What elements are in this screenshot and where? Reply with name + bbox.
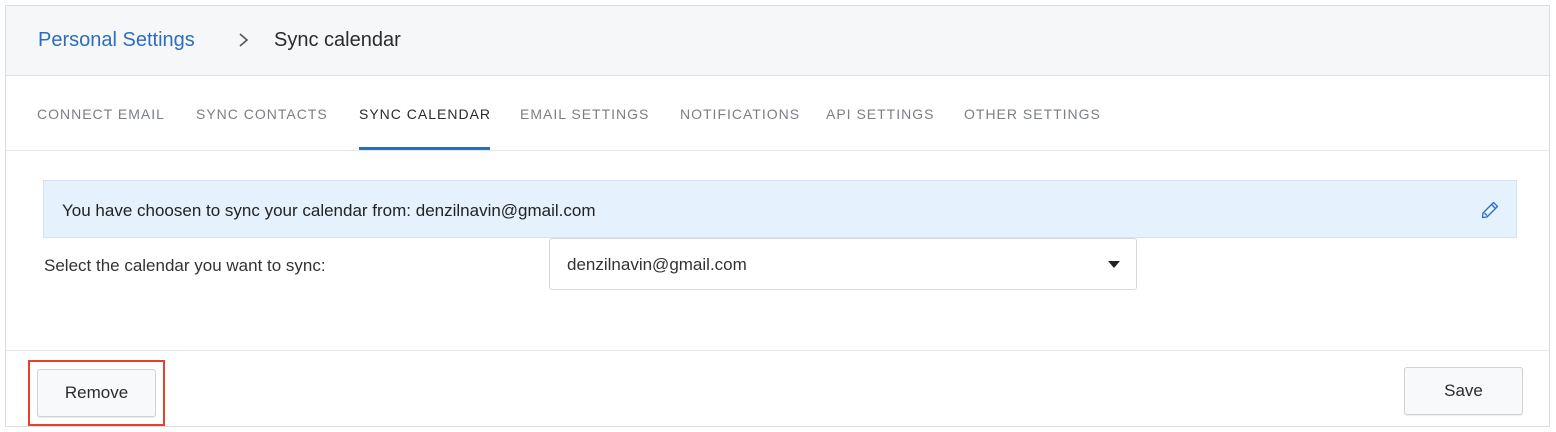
calendar-select[interactable]: denzilnavin@gmail.com: [549, 238, 1137, 290]
tab-notifications[interactable]: NOTIFICATIONS: [680, 106, 800, 122]
sync-info-banner: You have choosen to sync your calendar f…: [43, 180, 1517, 238]
tab-api-settings[interactable]: API SETTINGS: [826, 106, 934, 122]
footer-actions: Remove Save: [6, 350, 1549, 426]
page-header: Personal Settings Sync calendar: [6, 6, 1549, 76]
caret-down-icon: [1108, 261, 1120, 268]
tab-email-settings[interactable]: EMAIL SETTINGS: [520, 106, 649, 122]
remove-button[interactable]: Remove: [37, 369, 156, 417]
settings-panel: Personal Settings Sync calendar CONNECT …: [5, 5, 1550, 427]
active-tab-indicator: [359, 147, 490, 150]
breadcrumb-personal-settings-link[interactable]: Personal Settings: [38, 29, 195, 52]
pencil-icon[interactable]: [1480, 200, 1500, 220]
save-button[interactable]: Save: [1404, 367, 1523, 415]
tab-sync-contacts[interactable]: SYNC CONTACTS: [196, 106, 328, 122]
tab-sync-calendar[interactable]: SYNC CALENDAR: [359, 106, 491, 122]
tab-other-settings[interactable]: OTHER SETTINGS: [964, 106, 1101, 122]
calendar-select-label: Select the calendar you want to sync:: [44, 256, 326, 275]
tab-connect-email[interactable]: CONNECT EMAIL: [37, 106, 165, 122]
sync-info-message: You have choosen to sync your calendar f…: [62, 201, 596, 220]
settings-tabs: CONNECT EMAIL SYNC CONTACTS SYNC CALENDA…: [6, 76, 1549, 151]
calendar-select-value: denzilnavin@gmail.com: [567, 255, 747, 274]
breadcrumb-current: Sync calendar: [274, 29, 401, 51]
chevron-right-icon: [239, 33, 249, 47]
